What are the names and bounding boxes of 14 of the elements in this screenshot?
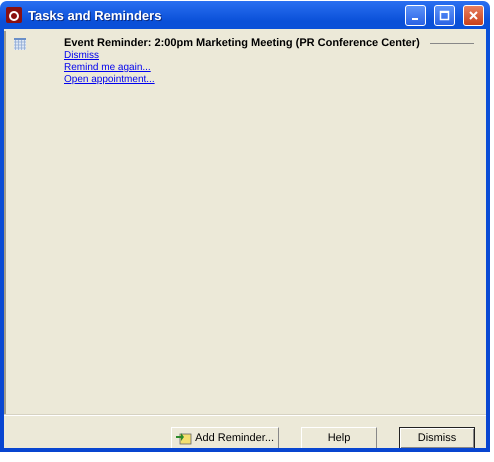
dialog-button[interactable]: Help [301,427,377,448]
note-icon [176,431,192,445]
maximize-icon[interactable] [434,4,455,26]
add-reminder-button[interactable]: Add Reminder... [171,427,279,448]
dialog-button[interactable]: Dismiss [399,427,475,448]
action-link[interactable]: Remind me again... [64,62,151,73]
calendar-icon [14,38,26,50]
close-icon[interactable] [463,4,484,26]
reminder-title: Event Reminder: 2:00pm Marketing Meeting (PR Conference Center) [64,37,420,49]
action-link[interactable]: Dismiss [64,50,99,61]
action-link[interactable]: Open appointment... [64,74,155,85]
app-icon [6,7,22,23]
minimize-icon[interactable] [405,4,426,26]
window-title: Tasks and Reminders [28,8,162,22]
